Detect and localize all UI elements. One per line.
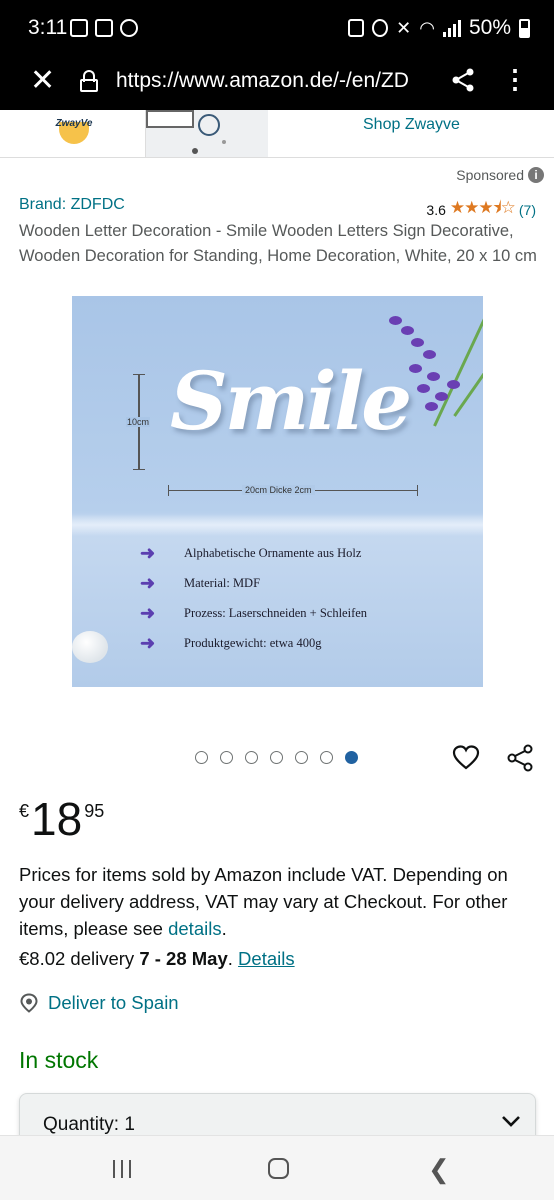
feature-list: ➜ Alphabetische Ornamente aus Holz ➜ Mat… [140,538,367,658]
info-icon[interactable]: i [528,167,544,183]
calendar-icon [95,19,113,37]
stock-status: In stock [19,1047,99,1073]
quantity-label: Quantity: 1 [43,1114,135,1135]
delivery-details-link[interactable]: Details [238,948,295,969]
feature-text: Alphabetische Ornamente aus Holz [184,545,362,560]
feature-item: ➜ Material: MDF [140,568,367,598]
feature-item: ➜ Produktgewicht: etwa 400g [140,628,367,658]
vat-end: . [221,918,227,939]
wifi-icon: ◠ [419,17,435,38]
brand-link[interactable]: Brand: ZDFDC [19,196,125,214]
share-icon[interactable] [450,67,476,93]
carousel-dot[interactable] [320,751,333,764]
brand-banner[interactable]: ZwayVe Shop Zwayve [0,110,554,158]
feature-item: ➜ Prozess: Laserschneiden + Schleifen [140,598,367,628]
carousel-dot[interactable] [295,751,308,764]
price-whole: 18 [31,793,83,845]
delivery-dates: 7 - 28 May [139,948,228,969]
height-dimension-label: 10cm [126,417,151,427]
vat-notice: Prices for items sold by Amazon include … [19,861,539,942]
sponsored-label: Sponsored i [456,167,544,183]
delivery-price: €8.02 delivery [19,948,140,969]
share-icon[interactable] [506,744,534,772]
status-left-icons [70,19,138,37]
sponsored-text: Sponsored [456,167,524,183]
close-icon[interactable]: ✕ [30,66,55,96]
battery-percent: 50% [468,16,511,39]
lock-icon[interactable] [80,70,98,92]
back-icon[interactable]: ❮ [428,1156,450,1182]
brand-logo: ZwayVe [53,114,95,144]
heart-icon[interactable] [452,744,480,772]
image-sheen [72,514,483,536]
status-time: 3:11 [28,16,68,39]
data-saver-icon [348,19,365,37]
price-currency: € [19,801,30,821]
android-navigation-bar: ❮ [0,1135,554,1200]
arrow-icon: ➜ [140,632,156,653]
deliver-to-text[interactable]: Deliver to Spain [48,992,179,1014]
url-text[interactable]: https://www.amazon.de/-/en/ZD [116,69,434,93]
feature-text: Material: MDF [184,575,261,590]
deliver-to-location[interactable]: Deliver to Spain [19,992,179,1014]
delivery-info: €8.02 delivery 7 - 28 May. Details [19,948,295,970]
home-icon[interactable] [268,1158,289,1179]
more-vertical-icon[interactable]: ⋮ [502,65,528,93]
rating-count[interactable]: (7) [519,202,536,218]
price-fraction: 95 [84,801,105,821]
brand-product-thumbnail[interactable] [146,110,268,157]
image-carousel-dots [195,751,358,764]
mute-icon: ✕ [396,17,412,38]
feature-item: ➜ Alphabetische Ornamente aus Holz [140,538,367,568]
browser-url-bar: ✕ https://www.amazon.de/-/en/ZD ⋮ [0,58,554,110]
shop-brand-link[interactable]: Shop Zwayve [363,116,460,134]
brand-logo-box[interactable]: ZwayVe [0,110,146,157]
arrow-icon: ➜ [140,542,156,563]
arrow-icon: ➜ [140,572,156,593]
arrow-icon: ➜ [140,602,156,623]
feature-text: Produktgewicht: etwa 400g [184,635,322,650]
feature-text: Prozess: Laserschneiden + Schleifen [184,605,368,620]
pebble-decoration [72,631,108,663]
carousel-dot[interactable] [195,751,208,764]
smile-letters: Smile [170,354,412,448]
status-right-icons: ✕ ◠ 50% [348,16,530,40]
carousel-dot-active[interactable] [345,751,358,764]
vat-details-link[interactable]: details [168,918,221,939]
recents-icon[interactable] [113,1160,131,1178]
signal-icon [442,19,461,37]
chevron-down-icon [502,1116,520,1127]
carousel-dot[interactable] [220,751,233,764]
rating-value: 3.6 [426,201,446,218]
carousel-dot[interactable] [245,751,258,764]
soccer-icon [120,19,138,37]
vat-text: Prices for items sold by Amazon include … [19,864,508,939]
delivery-sep: . [227,948,239,969]
product-image[interactable]: Smile 10cm 20cm Dicke 2cm ➜ Alphabetisch… [72,296,483,687]
width-dimension-label: 20cm Dicke 2cm [242,485,315,495]
location-pin-icon [20,993,38,1013]
alarm-icon [372,19,389,37]
image-icon [70,19,88,37]
brand-logo-text: ZwayVe [55,118,93,129]
price: € 18 95 [19,795,104,843]
status-bar: 3:11 ✕ ◠ 50% [0,0,554,58]
carousel-dot[interactable] [270,751,283,764]
product-title: Wooden Letter Decoration - Smile Wooden … [19,222,537,265]
battery-icon [519,18,530,38]
